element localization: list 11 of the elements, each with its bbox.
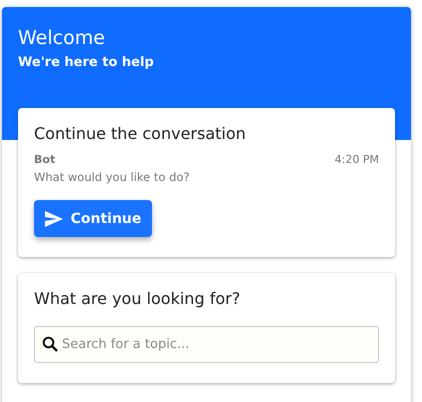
sender-name: Bot [34,153,56,166]
continue-button[interactable]: Continue [34,200,152,237]
header-title: Welcome [18,27,106,49]
message-time: 4:20 PM [334,153,379,166]
send-icon [44,210,63,226]
search-field[interactable]: Search for a topic... [34,326,379,363]
message-text: What would you like to do? [34,170,191,184]
card-title: What are you looking for? [34,289,242,308]
header-subtitle: We're here to help [18,55,155,70]
search-icon [42,336,58,352]
card-title: Continue the conversation [34,124,247,143]
